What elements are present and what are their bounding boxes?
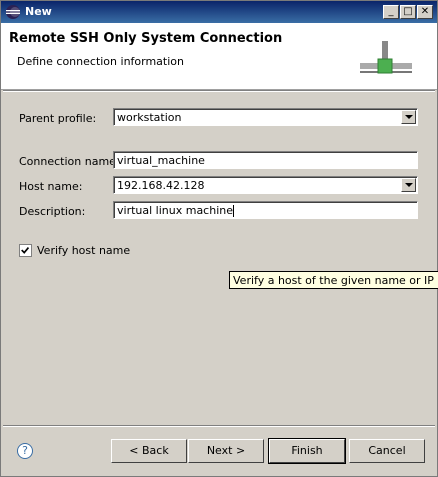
- wizard-header: Remote SSH Only System Connection Define…: [1, 23, 437, 90]
- verify-host-checkbox[interactable]: [19, 244, 32, 257]
- description-value: virtual linux machine: [117, 204, 233, 217]
- parent-profile-label: Parent profile:: [19, 112, 97, 125]
- eclipse-logo-icon: [6, 5, 20, 19]
- finish-button[interactable]: Finish: [268, 438, 346, 464]
- title-bar[interactable]: New _ □ ✕: [1, 1, 437, 23]
- tooltip: Verify a host of the given name or IP ad…: [229, 271, 438, 289]
- verify-host-label: Verify host name: [37, 244, 131, 257]
- header-separator: [3, 90, 435, 92]
- cancel-button[interactable]: Cancel: [349, 439, 425, 463]
- back-button[interactable]: < Back: [111, 439, 187, 463]
- connection-name-input[interactable]: virtual_machine: [113, 151, 418, 169]
- connection-banner-icon: [360, 41, 412, 74]
- close-icon[interactable]: ✕: [417, 5, 433, 19]
- chevron-down-icon[interactable]: [401, 110, 416, 124]
- chevron-down-icon[interactable]: [401, 178, 416, 192]
- host-name-value: 192.168.42.128: [117, 179, 205, 192]
- checkmark-icon: [21, 246, 30, 254]
- description-input[interactable]: virtual linux machine: [113, 201, 418, 219]
- next-button[interactable]: Next >: [188, 439, 264, 463]
- page-title: Remote SSH Only System Connection: [9, 31, 283, 46]
- maximize-icon[interactable]: □: [400, 5, 416, 19]
- dialog-window: New _ □ ✕ Remote SSH Only System Connect…: [0, 0, 438, 477]
- window-title: New: [25, 5, 52, 18]
- description-label: Description:: [19, 205, 86, 218]
- connection-name-label: Connection name:: [19, 155, 120, 168]
- text-cursor: [233, 205, 234, 217]
- minimize-icon[interactable]: _: [383, 5, 399, 19]
- host-name-label: Host name:: [19, 180, 83, 193]
- help-icon[interactable]: ?: [17, 443, 33, 459]
- parent-profile-combo[interactable]: workstation: [113, 108, 418, 126]
- parent-profile-value: workstation: [117, 111, 182, 124]
- connection-name-value: virtual_machine: [117, 154, 205, 167]
- footer-separator: [3, 425, 435, 427]
- page-description: Define connection information: [17, 55, 184, 68]
- host-name-combo[interactable]: 192.168.42.128: [113, 176, 418, 194]
